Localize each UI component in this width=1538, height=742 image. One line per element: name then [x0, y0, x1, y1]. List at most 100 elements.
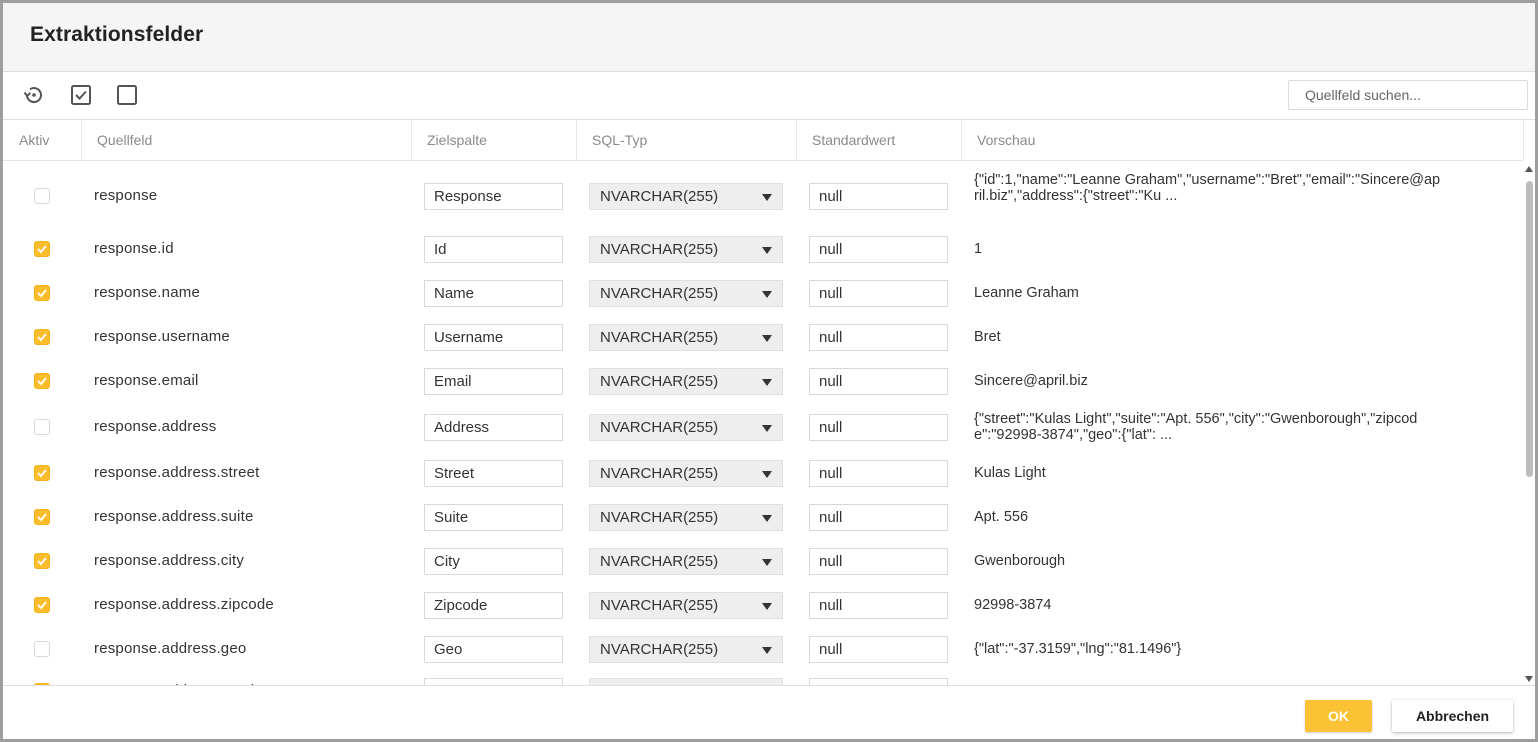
default-value-input[interactable]: null [809, 236, 948, 263]
target-column-input[interactable]: Geo [424, 636, 563, 663]
source-field-label: response.address [94, 418, 217, 435]
sql-type-select[interactable]: NVARCHAR(255) [589, 592, 783, 619]
active-checkbox[interactable] [34, 465, 50, 481]
sql-type-select[interactable]: NVARCHAR(255) [589, 678, 783, 685]
active-checkbox[interactable] [34, 597, 50, 613]
scroll-down-arrow-icon[interactable] [1525, 676, 1533, 682]
source-field-label: response [94, 187, 158, 204]
caret-down-icon [762, 647, 772, 654]
column-header-sql-typ[interactable]: SQL-Typ [577, 120, 797, 160]
active-checkbox[interactable] [34, 241, 50, 257]
caret-down-icon [762, 471, 772, 478]
checkmark-icon [37, 245, 47, 254]
default-value-input[interactable]: null [809, 504, 948, 531]
reset-icon[interactable] [22, 83, 46, 107]
default-value-input[interactable]: null [809, 414, 948, 441]
target-column-input[interactable]: Email [424, 368, 563, 395]
preview-value: 92998-3874 [974, 597, 1052, 613]
target-column-input[interactable]: Suite [424, 504, 563, 531]
target-column-input[interactable]: Username [424, 324, 563, 351]
deselect-all-icon[interactable] [115, 83, 139, 107]
default-value-input[interactable]: null [809, 183, 948, 210]
active-checkbox[interactable] [34, 329, 50, 345]
active-checkbox[interactable] [34, 285, 50, 301]
checkmark-icon [37, 333, 47, 342]
target-column-input[interactable]: Zipcode [424, 592, 563, 619]
sql-type-select[interactable]: NVARCHAR(255) [589, 324, 783, 351]
caret-down-icon [762, 335, 772, 342]
sql-type-select[interactable]: NVARCHAR(255) [589, 236, 783, 263]
sql-type-value: NVARCHAR(255) [600, 241, 719, 258]
sql-type-value: NVARCHAR(255) [600, 597, 719, 614]
caret-down-icon [762, 559, 772, 566]
target-column-input[interactable]: City [424, 548, 563, 575]
default-value-input[interactable]: null [809, 460, 948, 487]
preview-value: Sincere@april.biz [974, 373, 1088, 389]
default-value-input[interactable]: null [809, 368, 948, 395]
preview-value: Bret [974, 329, 1001, 345]
source-field-label: response.address.suite [94, 508, 254, 525]
dialog-header: Extraktionsfelder [3, 3, 1535, 72]
scroll-up-arrow-icon[interactable] [1525, 166, 1533, 172]
target-column-input[interactable]: Lat [424, 678, 563, 685]
sql-type-select[interactable]: NVARCHAR(255) [589, 414, 783, 441]
search-input[interactable] [1288, 80, 1528, 110]
column-header-standardwert[interactable]: Standardwert [797, 120, 962, 160]
column-header-zielspalte[interactable]: Zielspalte [412, 120, 577, 160]
column-header-quellfeld[interactable]: Quellfeld [82, 120, 412, 160]
table-header: Aktiv Quellfeld Zielspalte SQL-Typ Stand… [3, 120, 1524, 161]
default-value-input[interactable]: null [809, 280, 948, 307]
sql-type-select[interactable]: NVARCHAR(255) [589, 636, 783, 663]
select-all-icon[interactable] [69, 83, 93, 107]
sql-type-select[interactable]: NVARCHAR(255) [589, 548, 783, 575]
sql-type-select[interactable]: NVARCHAR(255) [589, 368, 783, 395]
toolbar [3, 72, 1535, 120]
sql-type-select[interactable]: NVARCHAR(255) [589, 504, 783, 531]
column-header-vorschau[interactable]: Vorschau [962, 120, 1524, 160]
source-field-label: response.address.street [94, 464, 260, 481]
sql-type-value: NVARCHAR(255) [600, 509, 719, 526]
sql-type-select[interactable]: NVARCHAR(255) [589, 280, 783, 307]
target-column-input[interactable]: Street [424, 460, 563, 487]
target-column-input[interactable]: Response [424, 183, 563, 210]
source-field-label: response.address.zipcode [94, 596, 274, 613]
caret-down-icon [762, 425, 772, 432]
dialog-footer: OK Abbrechen [3, 685, 1535, 739]
caret-down-icon [762, 247, 772, 254]
preview-value: Apt. 556 [974, 509, 1029, 525]
scrollbar-thumb[interactable] [1526, 181, 1533, 477]
default-value-input[interactable]: null [809, 636, 948, 663]
default-value-input[interactable]: null [809, 678, 948, 685]
target-column-input[interactable]: Address [424, 414, 563, 441]
preview-value: 1 [974, 241, 983, 257]
sql-type-value: NVARCHAR(255) [600, 329, 719, 346]
default-value-input[interactable]: null [809, 592, 948, 619]
default-value-input[interactable]: null [809, 324, 948, 351]
active-checkbox[interactable] [34, 641, 50, 657]
column-header-aktiv[interactable]: Aktiv [3, 120, 82, 160]
active-checkbox[interactable] [34, 509, 50, 525]
sql-type-value: NVARCHAR(255) [600, 373, 719, 390]
sql-type-select[interactable]: NVARCHAR(255) [589, 183, 783, 210]
source-field-label: response.email [94, 372, 199, 389]
active-checkbox[interactable] [34, 188, 50, 204]
cancel-button[interactable]: Abbrechen [1392, 700, 1513, 732]
target-column-input[interactable]: Name [424, 280, 563, 307]
default-value-input[interactable]: null [809, 548, 948, 575]
sql-type-value: NVARCHAR(255) [600, 641, 719, 658]
checkmark-icon [37, 289, 47, 298]
vertical-scrollbar[interactable] [1523, 163, 1535, 685]
ok-button[interactable]: OK [1305, 700, 1372, 732]
checkmark-icon [37, 469, 47, 478]
source-field-label: response.id [94, 240, 174, 257]
target-column-input[interactable]: Id [424, 236, 563, 263]
extraction-fields-dialog: Extraktionsfelder Aktiv Quellfeld Zielsp… [3, 3, 1535, 739]
preview-value: {"lat":"-37.3159","lng":"81.1496"} [974, 641, 1182, 657]
table-body: response Response NVARCHAR(255) null {"id":1… [3, 161, 1523, 685]
active-checkbox[interactable] [34, 553, 50, 569]
sql-type-value: NVARCHAR(255) [600, 553, 719, 570]
active-checkbox[interactable] [34, 419, 50, 435]
sql-type-select[interactable]: NVARCHAR(255) [589, 460, 783, 487]
active-checkbox[interactable] [34, 373, 50, 389]
sql-type-value: NVARCHAR(255) [600, 419, 719, 436]
